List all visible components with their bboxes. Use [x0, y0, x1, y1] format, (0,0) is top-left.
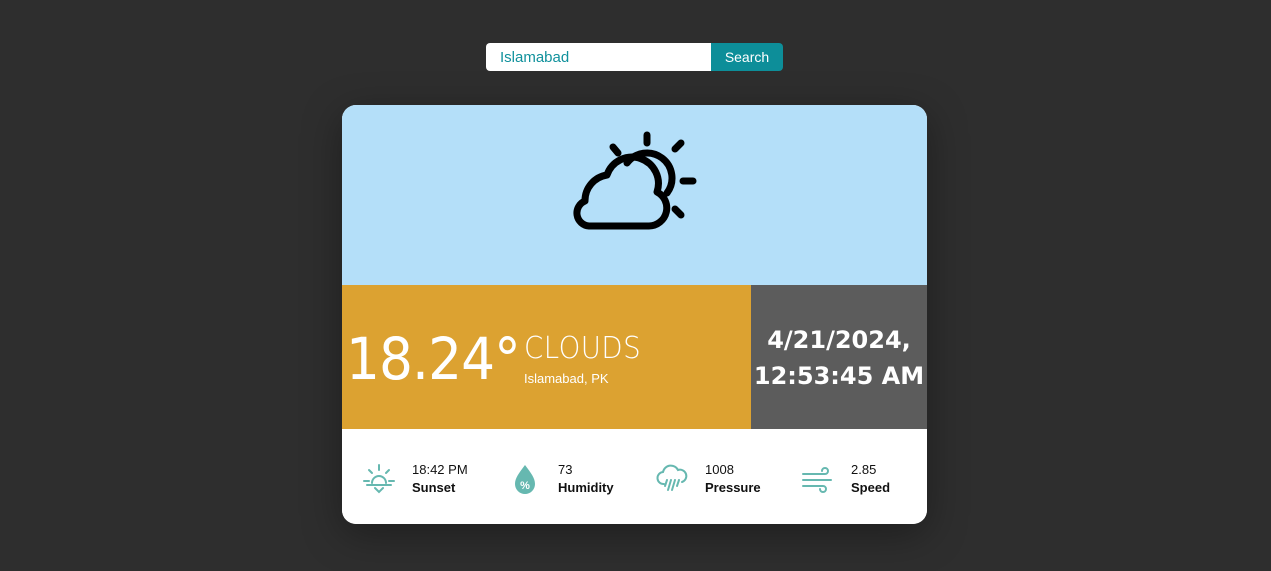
weather-icon-panel [342, 105, 927, 285]
search-button[interactable]: Search [711, 43, 783, 71]
temperature-panel: 18.24° CLOUDS Islamabad, PK [342, 285, 751, 429]
sunset-icon [363, 464, 395, 494]
city-search-input[interactable] [486, 43, 711, 71]
humidity-value: 73 [558, 462, 573, 477]
wind-speed-value: 2.85 [851, 462, 877, 477]
wind-speed-label: Speed [851, 480, 891, 495]
location-label: Islamabad, PK [524, 371, 609, 386]
time-label: 12:53:45 AM [753, 362, 925, 390]
wind-icon [802, 467, 832, 493]
pressure-icon [656, 464, 688, 491]
weather-condition: CLOUDS [524, 331, 642, 366]
search-bar: Search [486, 43, 783, 71]
weather-summary: 18.24° CLOUDS Islamabad, PK 4/21/2024, 1… [342, 285, 927, 429]
humidity-label: Humidity [558, 480, 614, 495]
temperature-value: 18.24° [346, 325, 521, 393]
partly-cloudy-icon [573, 131, 697, 230]
stat-wind-speed: 2.85 Speed [801, 459, 890, 499]
humidity-icon: % [515, 465, 535, 494]
stat-humidity: % 73 Humidity [508, 459, 614, 499]
datetime-panel: 4/21/2024, 12:53:45 AM [751, 285, 927, 429]
sunset-label: Sunset [412, 480, 456, 495]
stat-pressure: 1008 Pressure [655, 459, 761, 499]
stat-sunset: 18:42 PM Sunset [362, 459, 468, 499]
pressure-value: 1008 [705, 462, 734, 477]
date-label: 4/21/2024, [767, 326, 911, 354]
svg-text:%: % [520, 480, 530, 492]
weather-card: 18.24° CLOUDS Islamabad, PK 4/21/2024, 1… [342, 105, 927, 524]
pressure-label: Pressure [705, 480, 761, 495]
weather-stats: 18:42 PM Sunset % 73 Humidity 1008 Press… [342, 429, 927, 524]
sunset-value: 18:42 PM [412, 462, 468, 477]
